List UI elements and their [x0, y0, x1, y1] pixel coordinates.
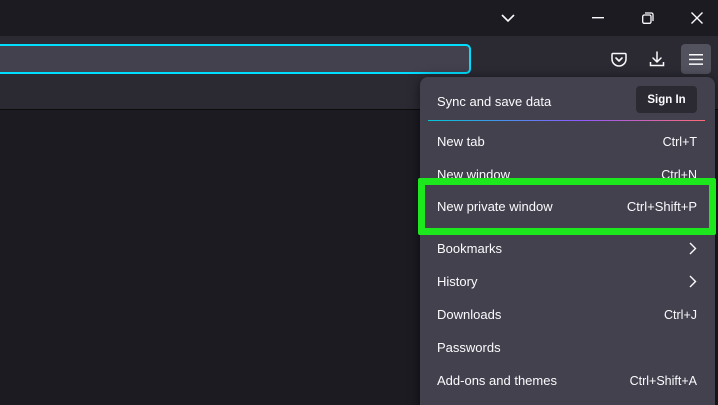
menu-item-label: New private window	[437, 199, 553, 214]
restore-icon	[642, 12, 654, 24]
restore-button[interactable]	[625, 0, 671, 36]
menu-item-new-tab[interactable]: New tab Ctrl+T	[420, 125, 715, 158]
url-bar[interactable]	[0, 44, 471, 74]
menu-item-downloads[interactable]: Downloads Ctrl+J	[420, 298, 715, 331]
save-to-pocket-button[interactable]	[604, 44, 634, 74]
download-icon	[649, 51, 665, 67]
list-all-tabs-button[interactable]	[485, 0, 531, 36]
menu-item-label: Downloads	[437, 307, 502, 322]
close-icon	[691, 12, 703, 24]
browser-window: Sync and save data Sign In New tab Ctrl+…	[0, 0, 718, 405]
app-menu-panel: Sync and save data Sign In New tab Ctrl+…	[420, 77, 715, 405]
hamburger-menu-icon	[689, 53, 703, 65]
menu-item-shortcut: Ctrl+Shift+P	[626, 199, 697, 214]
menu-item-label: New tab	[437, 134, 485, 149]
menu-item-label: Bookmarks	[437, 241, 503, 256]
minimize-button[interactable]	[575, 0, 621, 36]
menu-item-passwords[interactable]: Passwords	[420, 331, 715, 364]
sync-row: Sync and save data Sign In	[420, 77, 715, 123]
title-bar	[0, 0, 718, 36]
menu-item-shortcut: Ctrl+J	[664, 307, 697, 322]
open-application-menu-button[interactable]	[681, 44, 711, 74]
menu-item-new-private-window[interactable]: New private window Ctrl+Shift+P	[420, 190, 715, 223]
menu-item-label: Add-ons and themes	[437, 373, 557, 388]
menu-item-addons-and-themes[interactable]: Add-ons and themes Ctrl+Shift+A	[420, 364, 715, 397]
nav-toolbar	[0, 36, 718, 82]
sync-separator	[428, 120, 705, 121]
menu-item-shortcut: Ctrl+T	[662, 134, 697, 149]
pocket-icon	[611, 52, 627, 67]
sign-in-button[interactable]: Sign In	[636, 86, 697, 113]
chevron-right-icon	[689, 242, 697, 255]
chevron-right-icon	[689, 275, 697, 288]
menu-item-shortcut: Ctrl+Shift+A	[629, 373, 697, 388]
close-button[interactable]	[674, 0, 718, 36]
sync-label: Sync and save data	[437, 94, 552, 109]
menu-item-bookmarks[interactable]: Bookmarks	[420, 232, 715, 265]
chevron-down-icon	[501, 13, 515, 22]
menu-item-label: History	[437, 274, 478, 289]
menu-item-label: Passwords	[437, 340, 501, 355]
menu-item-history[interactable]: History	[420, 265, 715, 298]
minimize-icon	[592, 17, 604, 19]
downloads-button[interactable]	[642, 44, 672, 74]
